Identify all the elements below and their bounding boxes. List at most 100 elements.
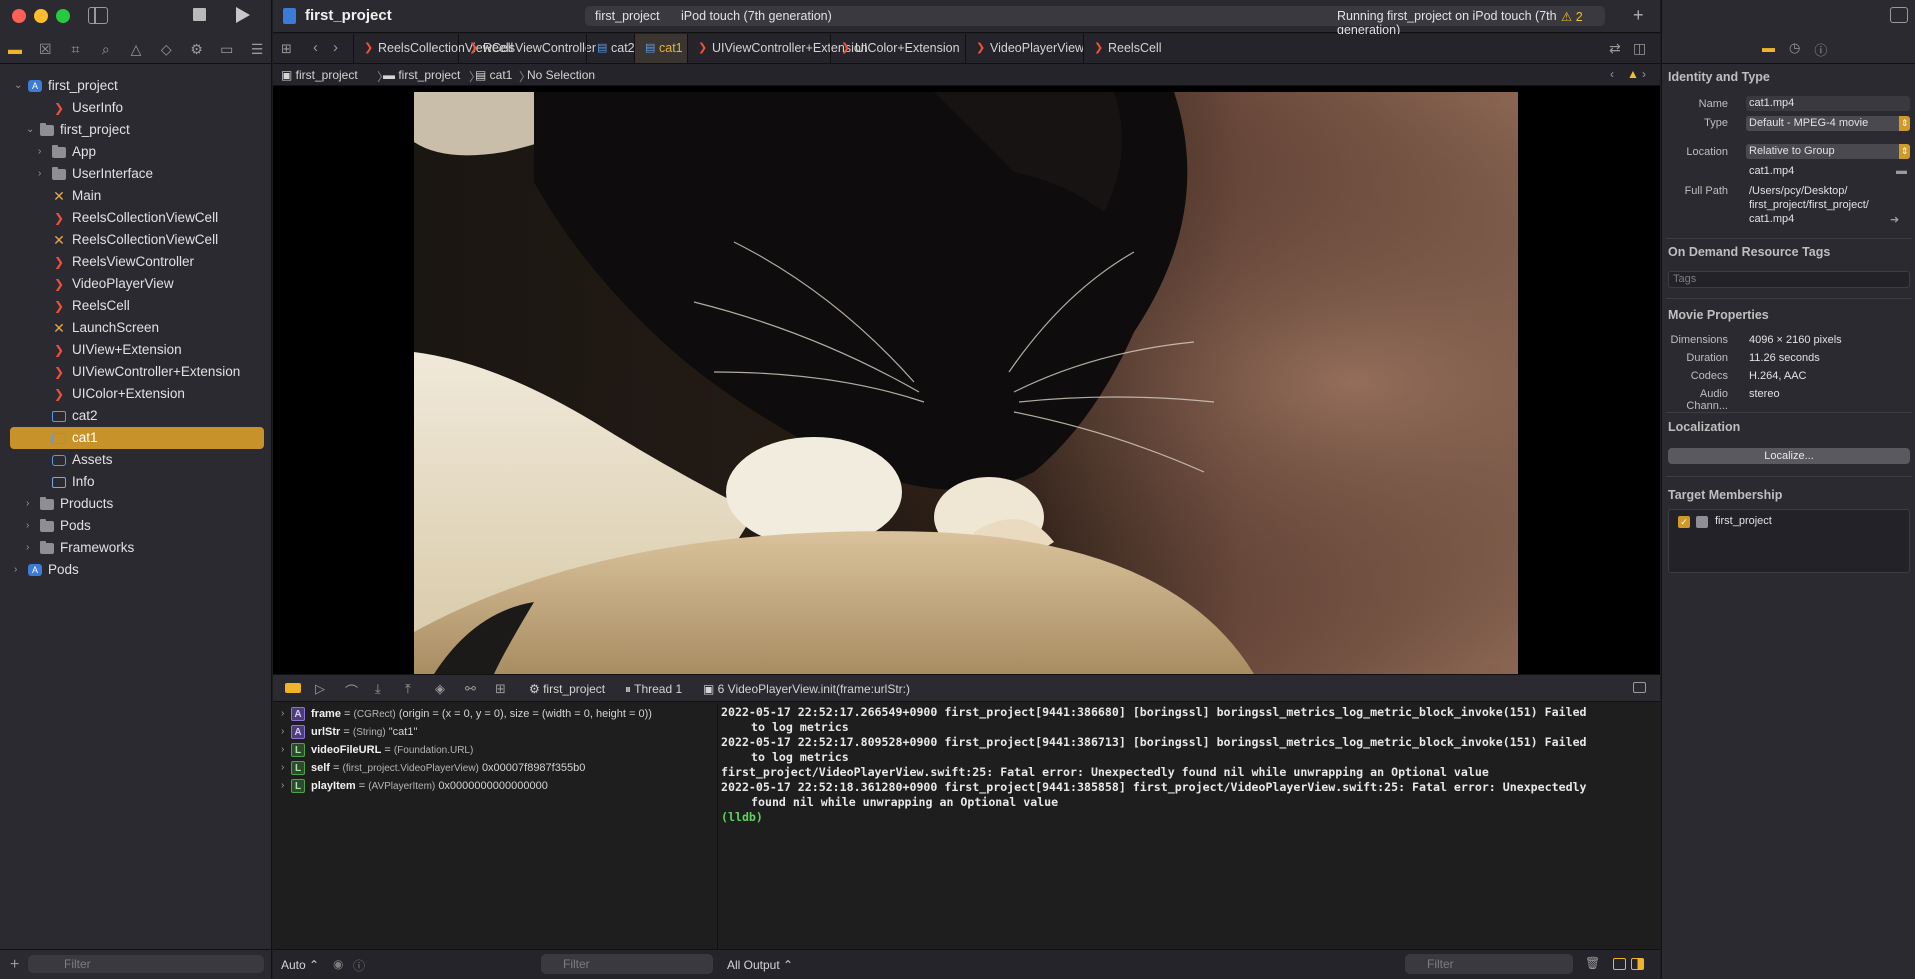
- breadcrumb-project[interactable]: ▣ first_project: [281, 68, 358, 82]
- navigator-filter-input[interactable]: Filter: [28, 955, 264, 973]
- breadcrumb-file[interactable]: ▤ cat1: [475, 68, 512, 82]
- step-out-icon[interactable]: ⤒: [405, 681, 411, 697]
- nav-item[interactable]: ❯ UIView+Extension: [0, 339, 272, 361]
- info-icon[interactable]: ⓘ: [353, 957, 365, 974]
- related-items-icon[interactable]: ⊞: [281, 41, 292, 57]
- editor-tab[interactable]: ❯ ReelsCell: [1083, 34, 1162, 63]
- warning-icon[interactable]: ▲: [1627, 67, 1639, 81]
- debug-icon[interactable]: ⚙: [188, 40, 206, 58]
- activity-view[interactable]: first_project iPod touch (7th generation…: [585, 6, 1605, 37]
- breakpoints-toggle-icon[interactable]: [285, 683, 301, 693]
- find-icon[interactable]: ⌕: [97, 40, 115, 58]
- location-select[interactable]: Relative to Group: [1746, 144, 1910, 159]
- debug-crumb-thread[interactable]: ⏸ Thread 1: [625, 682, 682, 697]
- warning-badge[interactable]: ⚠ 2: [1561, 9, 1583, 24]
- variables-scope-selector[interactable]: Auto ⌃: [281, 958, 319, 972]
- test-icon[interactable]: ◇: [157, 40, 175, 58]
- editor-tab[interactable]: ❯ ReelsViewController: [458, 34, 596, 63]
- show-console-icon[interactable]: [1631, 958, 1644, 970]
- nav-item[interactable]: ❯ VideoPlayerView: [0, 273, 272, 295]
- symbol-navigator-icon[interactable]: ⌗: [67, 40, 85, 58]
- disclosure-closed-icon[interactable]: ›: [281, 759, 284, 777]
- editor-tab[interactable]: ▤ cat1: [634, 34, 687, 63]
- nav-item[interactable]: ❯ ReelsCollectionViewCell: [0, 207, 272, 229]
- sidebar-toggle-icon[interactable]: [88, 7, 108, 24]
- swap-icon[interactable]: ⇄: [1609, 40, 1621, 57]
- zoom-window-button[interactable]: [56, 9, 70, 23]
- variable-row[interactable]: › Lself = (first_project.VideoPlayerView)…: [273, 759, 717, 777]
- close-window-button[interactable]: [12, 9, 26, 23]
- console-output-selector[interactable]: All Output ⌃: [727, 958, 793, 972]
- folder-icon[interactable]: ▬: [1896, 165, 1907, 177]
- variable-row[interactable]: › LvideoFileURL = (Foundation.URL): [273, 741, 717, 759]
- variables-filter-input[interactable]: Filter: [541, 954, 713, 974]
- disclosure-closed-icon[interactable]: ›: [281, 723, 284, 741]
- disclosure-closed-icon[interactable]: ›: [26, 515, 36, 537]
- folder-icon[interactable]: ▬: [6, 40, 24, 58]
- eye-icon[interactable]: ◉: [333, 957, 343, 971]
- disclosure-closed-icon[interactable]: ›: [281, 705, 284, 723]
- library-add-button[interactable]: +: [1633, 5, 1644, 26]
- nav-item[interactable]: ✕ LaunchScreen: [0, 317, 272, 339]
- disclosure-closed-icon[interactable]: ›: [281, 741, 284, 759]
- disclosure-closed-icon[interactable]: ›: [281, 777, 284, 795]
- previous-issue-icon[interactable]: ‹: [1610, 67, 1614, 81]
- nav-item[interactable]: ⌄ Afirst_project: [0, 75, 272, 97]
- nav-item[interactable]: ⌄ first_project: [0, 119, 272, 141]
- editor-tab[interactable]: ❯ UIColor+Extension: [830, 34, 965, 63]
- editor-tab[interactable]: ❯ ReelsCollectionViewCell: [353, 34, 513, 63]
- add-icon[interactable]: +: [10, 956, 19, 974]
- disclosure-open-icon[interactable]: ⌄: [14, 75, 24, 97]
- nav-item[interactable]: ❯ ReelsCell: [0, 295, 272, 317]
- report-icon[interactable]: ☰: [248, 40, 266, 58]
- disclosure-closed-icon[interactable]: ›: [26, 493, 36, 515]
- nav-item[interactable]: ❯ UIColor+Extension: [0, 383, 272, 405]
- trash-icon[interactable]: 🗑: [1585, 956, 1600, 970]
- variable-row[interactable]: › LplayItem = (AVPlayerItem) 0x0000000000…: [273, 777, 717, 795]
- disclosure-closed-icon[interactable]: ›: [38, 163, 48, 185]
- help-icon[interactable]: ⓘ: [1814, 40, 1827, 59]
- disclosure-closed-icon[interactable]: ›: [14, 559, 24, 581]
- disclosure-closed-icon[interactable]: ›: [38, 141, 48, 163]
- hide-debug-area-icon[interactable]: [1633, 682, 1646, 693]
- nav-item[interactable]: › Products: [0, 493, 272, 515]
- back-chevron-icon[interactable]: ‹: [313, 39, 318, 56]
- debug-crumb-frame[interactable]: ▣ 6 VideoPlayerView.init(frame:urlStr:): [703, 682, 910, 696]
- file-inspector-icon[interactable]: ▬: [1762, 40, 1775, 59]
- nav-item[interactable]: › Frameworks: [0, 537, 272, 559]
- disclosure-open-icon[interactable]: ⌄: [26, 119, 36, 141]
- stop-button[interactable]: [193, 8, 206, 21]
- destination-selector[interactable]: iPod touch (7th generation): [681, 9, 832, 23]
- nav-item[interactable]: ❯ UIViewController+Extension: [0, 361, 272, 383]
- next-issue-icon[interactable]: ›: [1642, 67, 1646, 81]
- variable-row[interactable]: › AurlStr = (String) "cat1": [273, 723, 717, 741]
- run-button[interactable]: [236, 7, 250, 23]
- nav-item[interactable]: Assets: [0, 449, 272, 471]
- debug-console[interactable]: 2022-05-17 22:52:17.266549+0900 first_pr…: [719, 703, 1660, 949]
- split-editor-icon[interactable]: ◫: [1633, 40, 1646, 57]
- target-checkbox[interactable]: ✓: [1678, 516, 1690, 528]
- nav-item[interactable]: ❯ ReelsViewController: [0, 251, 272, 273]
- nav-item[interactable]: › App: [0, 141, 272, 163]
- step-over-icon[interactable]: ⌒: [345, 681, 358, 700]
- tags-input[interactable]: Tags: [1668, 271, 1910, 288]
- continue-icon[interactable]: ▷: [315, 681, 325, 697]
- forward-chevron-icon[interactable]: ›: [333, 39, 338, 56]
- nav-item[interactable]: › UserInterface: [0, 163, 272, 185]
- reveal-arrow-icon[interactable]: ➜: [1890, 213, 1899, 226]
- breadcrumb-group[interactable]: ▬ first_project: [383, 68, 460, 82]
- nav-item[interactable]: › Pods: [0, 515, 272, 537]
- nav-item[interactable]: cat1: [10, 427, 264, 449]
- source-control-icon[interactable]: ☒: [36, 40, 54, 58]
- view-hierarchy-icon[interactable]: ◈: [435, 681, 445, 697]
- history-icon[interactable]: ◷: [1789, 40, 1800, 59]
- scheme-selector[interactable]: first_project: [595, 9, 660, 23]
- breadcrumb-selection[interactable]: No Selection: [527, 68, 595, 82]
- debug-crumb-project[interactable]: ⚙ first_project: [529, 682, 605, 696]
- environment-overrides-icon[interactable]: ⊞: [495, 681, 506, 697]
- memory-graph-icon[interactable]: ⚯: [465, 681, 476, 697]
- nav-item[interactable]: ✕ Main: [0, 185, 272, 207]
- nav-item[interactable]: Info: [0, 471, 272, 493]
- step-into-icon[interactable]: ⤓: [375, 681, 381, 697]
- warning-icon[interactable]: △: [127, 40, 145, 58]
